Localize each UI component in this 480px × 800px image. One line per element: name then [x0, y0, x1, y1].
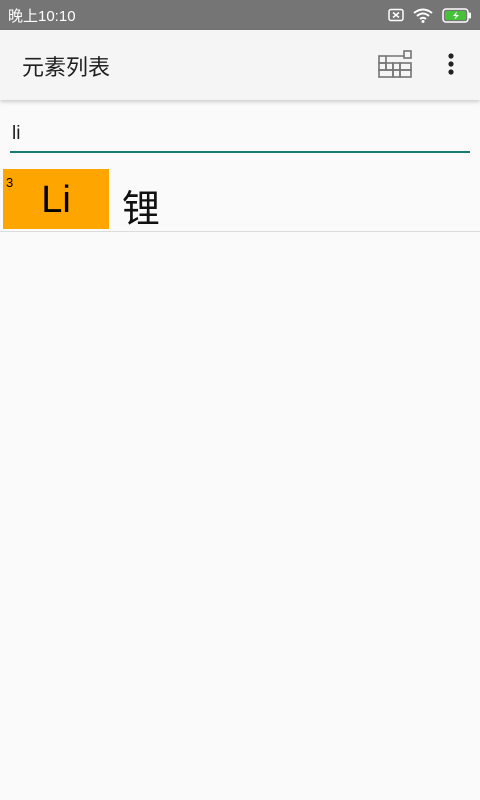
- search-underline: [10, 151, 470, 153]
- more-vert-icon: [447, 52, 455, 76]
- sim-off-icon: [388, 8, 404, 22]
- periodic-table-icon: [377, 48, 413, 80]
- status-icons: [388, 7, 472, 23]
- search-input[interactable]: [10, 112, 470, 150]
- status-bar: 晚上10:10: [0, 0, 480, 30]
- status-time: 晚上10:10: [8, 7, 76, 25]
- battery-charging-icon: [442, 7, 472, 23]
- element-symbol: Li: [41, 179, 71, 221]
- wifi-icon: [413, 8, 433, 23]
- element-tile: 3 Li: [3, 169, 109, 229]
- more-options-button[interactable]: [427, 40, 475, 88]
- page-title: 元素列表: [22, 56, 111, 81]
- app-bar: 元素列表: [0, 30, 480, 100]
- element-name: 锂: [122, 187, 161, 231]
- search-field: [10, 112, 470, 154]
- periodic-table-button[interactable]: [371, 40, 419, 88]
- list-item[interactable]: 3 Li 锂: [0, 168, 480, 232]
